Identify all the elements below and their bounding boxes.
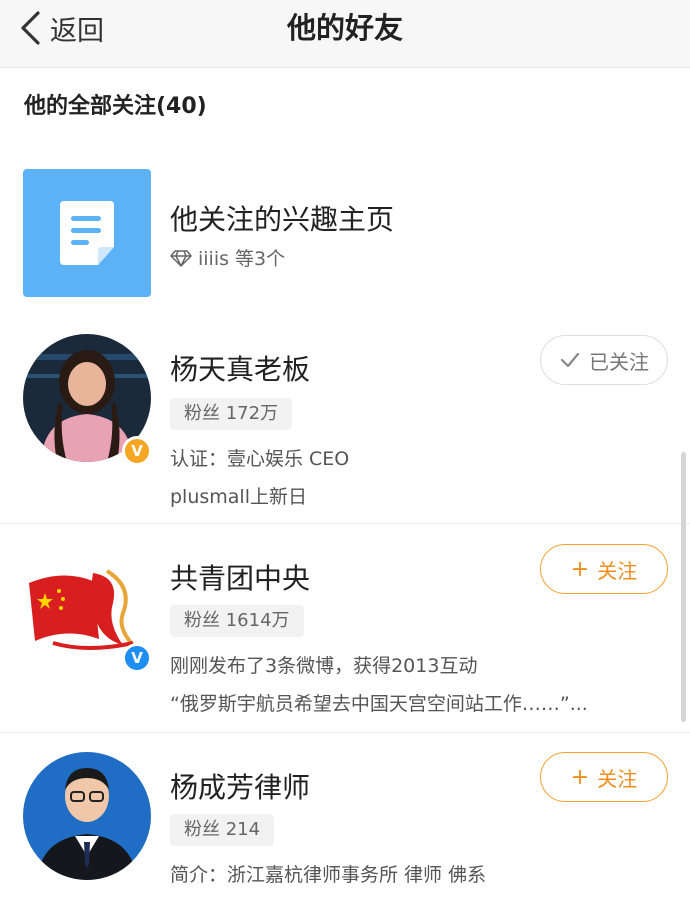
scrollbar[interactable] [681, 452, 686, 722]
user-name[interactable]: 共青团中央 [170, 557, 310, 597]
user-row-yang-tianzhen[interactable]: V 杨天真老板 粉丝 172万 认证：壹心娱乐 CEO plusmall上新日 … [0, 318, 690, 524]
user-bio: 简介：浙江嘉杭律师事务所 律师 佛系 [170, 864, 487, 886]
section-header: 他的全部关注(40) [24, 94, 207, 119]
user-name[interactable]: 杨天真老板 [170, 348, 310, 388]
interest-tile [23, 169, 151, 297]
plus-icon: + [570, 764, 590, 790]
document-icon [60, 201, 114, 265]
user-latest-post: “俄罗斯宇航员希望去中国天宫空间站工作……”... [170, 693, 588, 715]
nav-bar: 返回 他的好友 [0, 0, 690, 68]
page-title: 他的好友 [286, 11, 403, 45]
verified-badge-icon: V [122, 436, 152, 466]
user-activity: 刚刚发布了3条微博，获得2013互动 [170, 655, 478, 677]
verified-badge-icon: V [122, 643, 152, 673]
avatar[interactable] [23, 752, 151, 880]
diamond-icon [170, 249, 192, 267]
follow-button[interactable]: + 关注 [540, 544, 668, 594]
user-name[interactable]: 杨成芳律师 [170, 766, 310, 806]
user-row-yang-chengfang[interactable]: 杨成芳律师 粉丝 214 简介：浙江嘉杭律师事务所 律师 佛系 + 关注 [0, 734, 690, 899]
fans-count: 粉丝 172万 [170, 398, 293, 430]
plus-icon: + [570, 556, 590, 582]
follow-button[interactable]: + 关注 [540, 752, 668, 802]
user-row-gongqingtuan[interactable]: V 共青团中央 粉丝 1614万 刚刚发布了3条微博，获得2013互动 “俄罗斯… [0, 525, 690, 733]
interest-pages-row[interactable]: 他关注的兴趣主页 iiiis 等3个 [0, 160, 690, 310]
interest-subtitle: iiiis 等3个 [170, 244, 285, 271]
checkmark-icon [560, 352, 580, 368]
user-verification: 认证：壹心娱乐 CEO [170, 448, 350, 470]
fans-count: 粉丝 1614万 [170, 605, 304, 637]
interest-subtitle-text: iiiis 等3个 [198, 248, 286, 270]
interest-title: 他关注的兴趣主页 [170, 203, 395, 236]
fans-count: 粉丝 214 [170, 814, 275, 846]
user-latest-post: plusmall上新日 [170, 486, 307, 508]
followed-button[interactable]: 已关注 [540, 335, 668, 385]
